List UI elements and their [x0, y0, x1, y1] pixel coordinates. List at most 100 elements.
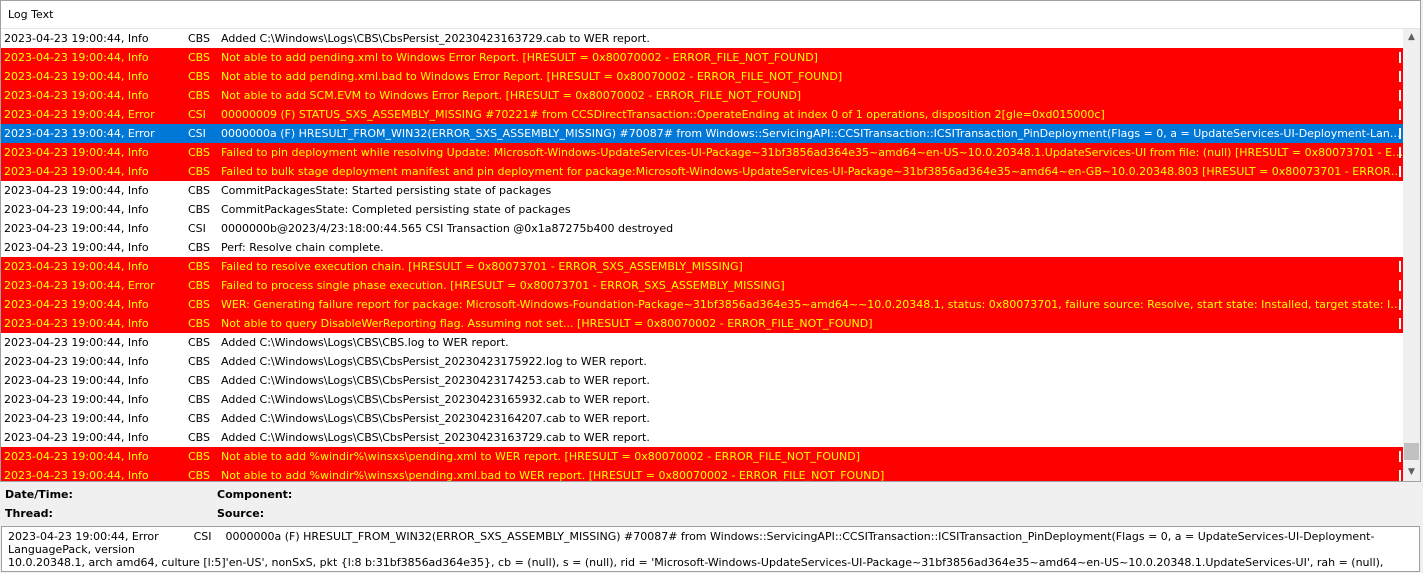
log-row-datetime: 2023-04-23 19:00:44, Info [4, 89, 149, 102]
datetime-label: Date/Time: [5, 488, 73, 501]
log-row[interactable]: 2023-04-23 19:00:44, Info CBS Not able to … [1, 48, 1404, 67]
chevron-up-icon[interactable]: ▲ [1403, 29, 1420, 46]
log-row[interactable]: 2023-04-23 19:00:44, Info CBS Not able to … [1, 67, 1404, 86]
log-row-component: CBS [188, 146, 211, 159]
log-row-message: 0000000b@2023/4/23:18:00:44.565 CSI Tran… [221, 222, 674, 235]
log-row-component: CBS [188, 241, 211, 254]
log-row-datetime: 2023-04-23 19:00:44, Info [4, 165, 149, 178]
log-row-datetime: 2023-04-23 19:00:44, Info [4, 203, 149, 216]
log-row[interactable]: 2023-04-23 19:00:44, Info CBS Failed to pi… [1, 143, 1404, 162]
log-row-message: Failed to process single phase execution… [221, 279, 785, 292]
log-row[interactable]: 2023-04-23 19:00:44, Info CBS Perf: Resolv… [1, 238, 1404, 257]
details-panel: Date/Time: Component: Thread: Source: [0, 483, 1423, 525]
log-row-component: CBS [188, 469, 211, 481]
column-header-log-text[interactable]: Log Text [1, 1, 1420, 29]
log-row[interactable]: 2023-04-23 19:00:44, Info CBS Failed to re… [1, 257, 1404, 276]
log-row-message: Added C:\Windows\Logs\CBS\CbsPersist_202… [221, 355, 647, 368]
log-row-message: WER: Generating failure report for packa… [221, 298, 1404, 311]
log-row-message: Not able to add %windir%\winsxs\pending.… [221, 450, 861, 463]
log-row-message: Perf: Resolve chain complete. [221, 241, 384, 254]
log-row-datetime: 2023-04-23 19:00:44, Info [4, 393, 149, 406]
log-row[interactable]: 2023-04-23 19:00:44, Info CBS Not able to … [1, 86, 1404, 105]
log-row-component: CSI [188, 108, 206, 121]
log-row-component: CBS [188, 184, 211, 197]
log-row-component: CBS [188, 336, 211, 349]
log-row[interactable]: 2023-04-23 19:00:44, Info CBS Not able to … [1, 314, 1404, 333]
log-row-datetime: 2023-04-23 19:00:44, Info [4, 70, 149, 83]
scrollbar-thumb[interactable] [1404, 443, 1419, 460]
log-row-datetime: 2023-04-23 19:00:44, Error [4, 127, 155, 140]
log-row-component: CBS [188, 393, 211, 406]
log-list[interactable]: Log Text 2023-04-23 19:00:44, Info CBS Add… [0, 0, 1421, 482]
log-row-datetime: 2023-04-23 19:00:44, Info [4, 51, 149, 64]
log-row[interactable]: 2023-04-23 19:00:44, Error CSI 00000009 (F… [1, 105, 1404, 124]
log-row-message: Not able to add pending.xml.bad to Windo… [221, 70, 843, 83]
log-row-message: Failed to pin deployment while resolving… [221, 146, 1404, 159]
log-row-component: CSI [188, 222, 206, 235]
log-row-datetime: 2023-04-23 19:00:44, Error [4, 108, 155, 121]
log-row-datetime: 2023-04-23 19:00:44, Info [4, 450, 149, 463]
log-row-datetime: 2023-04-23 19:00:44, Info [4, 260, 149, 273]
log-row-message: Added C:\Windows\Logs\CBS\CbsPersist_202… [221, 32, 650, 45]
log-row-datetime: 2023-04-23 19:00:44, Info [4, 146, 149, 159]
log-row[interactable]: 2023-04-23 19:00:44, Info CBS Added C:\Win… [1, 409, 1404, 428]
log-row-component: CBS [188, 412, 211, 425]
log-row[interactable]: 2023-04-23 19:00:44, Info CBS Failed to bu… [1, 162, 1404, 181]
log-row-component: CBS [188, 279, 211, 292]
thread-label: Thread: [5, 507, 53, 520]
log-row-datetime: 2023-04-23 19:00:44, Info [4, 469, 149, 481]
log-row-component: CBS [188, 317, 211, 330]
log-row[interactable]: 2023-04-23 19:00:44, Info CBS CommitPackag… [1, 200, 1404, 219]
log-row[interactable]: 2023-04-23 19:00:44, Info CBS Not able to … [1, 466, 1404, 481]
log-row-datetime: 2023-04-23 19:00:44, Info [4, 222, 149, 235]
log-row-message: 0000000a (F) HRESULT_FROM_WIN32(ERROR_SX… [221, 127, 1404, 140]
log-row-datetime: 2023-04-23 19:00:44, Info [4, 298, 149, 311]
log-row[interactable]: 2023-04-23 19:00:44, Info CBS Added C:\Win… [1, 333, 1404, 352]
log-detail-text[interactable]: 2023-04-23 19:00:44, Error CSI 0000000a … [1, 526, 1420, 572]
log-row[interactable]: 2023-04-23 19:00:44, Error CBS Failed to p… [1, 276, 1404, 295]
log-row-message: 00000009 (F) STATUS_SXS_ASSEMBLY_MISSING… [221, 108, 1105, 121]
log-row-message: Not able to query DisableWerReporting fl… [221, 317, 873, 330]
log-row-message: Added C:\Windows\Logs\CBS\CbsPersist_202… [221, 431, 650, 444]
chevron-down-icon[interactable]: ▼ [1403, 464, 1420, 481]
log-row[interactable]: 2023-04-23 19:00:44, Info CBS Added C:\Win… [1, 371, 1404, 390]
log-rows: 2023-04-23 19:00:44, Info CBS Added C:\Win… [1, 29, 1404, 481]
log-row-component: CBS [188, 89, 211, 102]
vertical-scrollbar[interactable]: ▲ ▼ [1403, 29, 1420, 481]
log-row-datetime: 2023-04-23 19:00:44, Error [4, 279, 155, 292]
log-row-component: CBS [188, 450, 211, 463]
log-row[interactable]: 2023-04-23 19:00:44, Info CBS Added C:\Win… [1, 352, 1404, 371]
column-header-label: Log Text [8, 8, 54, 21]
log-row-component: CBS [188, 355, 211, 368]
log-row-datetime: 2023-04-23 19:00:44, Info [4, 317, 149, 330]
log-row-message: CommitPackagesState: Started persisting … [221, 184, 552, 197]
log-row-message: Failed to resolve execution chain. [HRES… [221, 260, 743, 273]
log-row-component: CBS [188, 32, 211, 45]
component-label: Component: [217, 488, 293, 501]
log-row[interactable]: 2023-04-23 19:00:44, Info CBS Added C:\Win… [1, 390, 1404, 409]
log-row-component: CBS [188, 165, 211, 178]
log-row-component: CBS [188, 374, 211, 387]
log-row-datetime: 2023-04-23 19:00:44, Info [4, 241, 149, 254]
log-row[interactable]: 2023-04-23 19:00:44, Error CSI 0000000a (F… [1, 124, 1404, 143]
log-row-datetime: 2023-04-23 19:00:44, Info [4, 184, 149, 197]
log-row[interactable]: 2023-04-23 19:00:44, Info CBS Not able to … [1, 447, 1404, 466]
log-row-component: CBS [188, 431, 211, 444]
log-row-component: CBS [188, 260, 211, 273]
log-row[interactable]: 2023-04-23 19:00:44, Info CSI 0000000b@202… [1, 219, 1404, 238]
source-label: Source: [217, 507, 265, 520]
log-row-message: Added C:\Windows\Logs\CBS\CbsPersist_202… [221, 412, 650, 425]
log-row-component: CBS [188, 203, 211, 216]
log-row-datetime: 2023-04-23 19:00:44, Info [4, 431, 149, 444]
log-row[interactable]: 2023-04-23 19:00:44, Info CBS CommitPackag… [1, 181, 1404, 200]
log-row-message: Not able to add %windir%\winsxs\pending.… [221, 469, 885, 481]
log-row-datetime: 2023-04-23 19:00:44, Info [4, 374, 149, 387]
log-row-datetime: 2023-04-23 19:00:44, Info [4, 336, 149, 349]
log-row[interactable]: 2023-04-23 19:00:44, Info CBS Added C:\Win… [1, 29, 1404, 48]
log-row-datetime: 2023-04-23 19:00:44, Info [4, 412, 149, 425]
log-row[interactable]: 2023-04-23 19:00:44, Info CBS WER: Generat… [1, 295, 1404, 314]
log-row-message: Added C:\Windows\Logs\CBS\CBS.log to WER… [221, 336, 509, 349]
log-row-message: CommitPackagesState: Completed persistin… [221, 203, 571, 216]
log-row[interactable]: 2023-04-23 19:00:44, Info CBS Added C:\Win… [1, 428, 1404, 447]
log-row-component: CBS [188, 70, 211, 83]
